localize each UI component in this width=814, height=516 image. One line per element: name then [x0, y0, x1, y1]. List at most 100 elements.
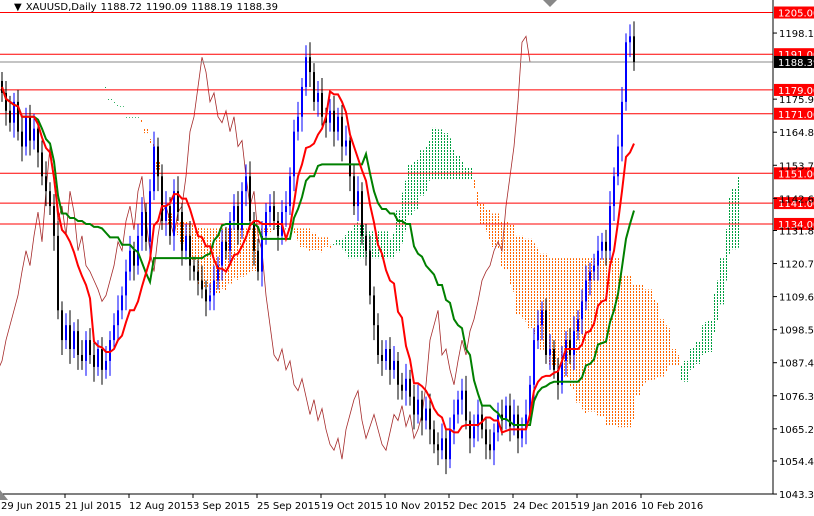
time-tick-label: 29 Jun 2015	[1, 501, 61, 512]
cloud-segment	[600, 258, 604, 417]
cloud-segment	[668, 328, 672, 366]
candle-body	[77, 331, 79, 355]
cloud-segment	[316, 237, 320, 250]
price-axis: 1198.10 1175.90 1164.80 1153.70 1142.60 1131.…	[773, 29, 814, 501]
price-tick-label: 1164.80	[779, 128, 814, 139]
cloud-segment	[248, 228, 252, 274]
price-tick-label: 1142.60	[779, 194, 814, 205]
candle-body	[297, 116, 299, 132]
candle-body	[605, 241, 607, 251]
price-tick-label: 1131.80	[779, 226, 814, 237]
candle-body	[357, 191, 359, 207]
cloud-segment	[688, 349, 692, 370]
cloud-segment	[596, 258, 600, 416]
candle-body	[377, 325, 379, 355]
candle-body	[93, 354, 95, 367]
candle-body	[65, 325, 67, 341]
candle-body	[225, 241, 227, 251]
candle-body	[309, 57, 311, 73]
candle-body	[121, 295, 123, 311]
candle-body	[489, 444, 491, 451]
candle-body	[521, 429, 523, 439]
candle-body	[169, 206, 171, 236]
candle-body	[365, 235, 367, 251]
cloud-segment	[324, 237, 328, 248]
candle-body	[9, 110, 11, 123]
candle-body	[537, 325, 539, 341]
cloud-segment	[496, 213, 500, 249]
cloud-segment	[440, 129, 444, 180]
candle-body	[597, 250, 599, 266]
cloud-segment	[120, 106, 124, 108]
time-axis: 29 Jun 2015 21 Jul 2015 12 Aug 2015 3 Sep 2…	[0, 494, 703, 512]
cloud-segment	[400, 192, 404, 244]
candle-body	[237, 206, 239, 230]
cloud-segment	[284, 228, 288, 230]
candle-body	[197, 271, 199, 281]
candle-body	[129, 250, 131, 272]
cloud-segment	[612, 258, 616, 426]
candle-body	[289, 176, 291, 207]
candle-body	[625, 42, 627, 102]
cloud-segment	[308, 228, 312, 251]
chikou-line	[0, 35, 531, 460]
candle-body	[73, 331, 75, 350]
candle-body	[573, 331, 575, 355]
candle-body	[61, 310, 63, 341]
corner-marker-icon	[0, 490, 8, 500]
candle-body	[257, 250, 259, 272]
cloud-segment	[512, 223, 516, 292]
cloud-segment	[628, 276, 632, 428]
price-tick-label: 1153.70	[779, 161, 814, 172]
price-chart[interactable]: 1205.001191.001179.001171.001151.001141.…	[0, 0, 814, 516]
cloud-segment	[388, 238, 392, 259]
time-tick-label: 25 Sep 2015	[257, 501, 320, 512]
candle-body	[329, 110, 331, 123]
cloud-segment	[528, 238, 532, 329]
candle-body	[553, 349, 555, 370]
candle-body	[161, 176, 163, 221]
candle-body	[249, 176, 251, 221]
cloud-segment	[680, 365, 684, 381]
candle-body	[125, 271, 127, 296]
cloud-segment	[696, 341, 700, 364]
candle-body	[317, 92, 319, 102]
chart-window[interactable]: 1205.001191.001179.001171.001151.001141.…	[0, 0, 814, 516]
price-tick-label: 1198.10	[779, 29, 814, 40]
cloud-segment	[476, 191, 480, 207]
cloud-segment	[428, 140, 432, 181]
candle-body	[593, 265, 595, 272]
candle-body	[293, 131, 295, 177]
candle-body	[49, 191, 51, 207]
cloud-segment	[452, 149, 456, 180]
candle-body	[549, 349, 551, 355]
candle-body	[101, 349, 103, 370]
price-tick-label: 1087.40	[779, 359, 814, 370]
candle-body	[469, 420, 471, 439]
cloud-segment	[268, 228, 272, 233]
cloud-segment	[684, 360, 688, 382]
candle-body	[397, 360, 399, 385]
price-tick-label: 1098.50	[779, 326, 814, 337]
candle-body	[585, 280, 587, 302]
candle-body	[105, 360, 107, 370]
candle-body	[461, 390, 463, 400]
cloud-segment	[140, 119, 144, 122]
chart-shift-marker-icon	[543, 0, 557, 7]
candle-body	[441, 438, 443, 451]
dropdown-triangle-icon: ▼	[14, 2, 22, 13]
time-tick-label: 19 Oct 2015	[321, 501, 383, 512]
candle-body	[541, 310, 543, 326]
candle-body	[269, 206, 271, 213]
cloud-segment	[504, 220, 508, 270]
cloud-segment	[508, 223, 512, 285]
candle-body	[465, 390, 467, 421]
high-value: 1190.09	[145, 2, 188, 13]
candle-body	[433, 429, 435, 445]
candle-body	[369, 250, 371, 296]
cloud-segment	[232, 228, 236, 278]
candle-body	[245, 176, 247, 192]
candle-body	[165, 206, 167, 221]
candle-body	[181, 212, 183, 251]
cloud-segment	[728, 197, 732, 254]
